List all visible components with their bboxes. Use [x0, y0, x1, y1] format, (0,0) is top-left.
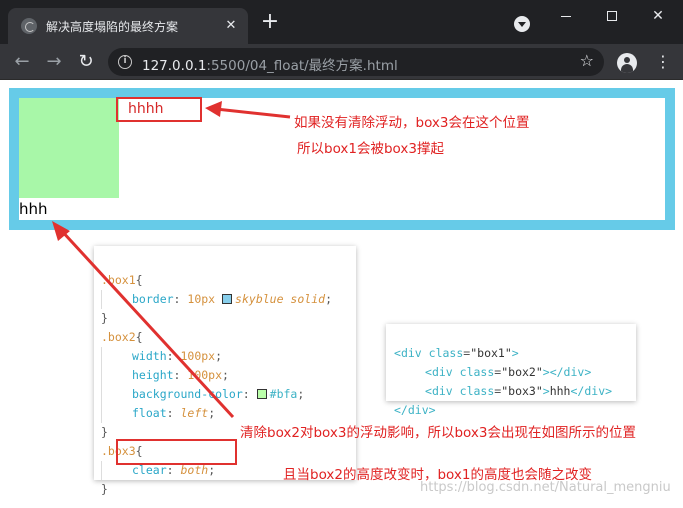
annotation-height-follows: 且当box2的高度改变时，box1的高度也会随之改变 — [283, 467, 592, 483]
close-icon[interactable]: ✕ — [222, 17, 240, 35]
address-bar[interactable]: i 127.0.0.1:5500/04_float/最终方案.html ☆ — [108, 48, 604, 76]
back-icon[interactable]: ← — [10, 50, 34, 74]
tab-search-icon[interactable] — [514, 16, 530, 32]
url-host: 127.0.0.1 — [142, 58, 207, 74]
code-property: clear — [132, 463, 167, 477]
code-value: #bfa — [269, 387, 298, 401]
menu-icon[interactable]: ⋮ — [653, 51, 673, 73]
plus-icon[interactable]: + — [260, 11, 280, 33]
code-property: float — [132, 406, 167, 420]
maximize-icon[interactable] — [589, 4, 635, 28]
box3: hhh — [19, 200, 48, 218]
code-text: hhh — [549, 384, 571, 398]
browser-toolbar: ← → ↻ i 127.0.0.1:5500/04_float/最终方案.htm… — [0, 44, 683, 80]
url-path: :5500/04_float/最终方案.html — [206, 58, 398, 74]
annotation-box1-expanded: 所以box1会被box3撑起 — [297, 141, 444, 157]
code-value: both — [180, 463, 209, 477]
code-attr: class — [459, 384, 495, 398]
float-ghost-text: hhhh — [128, 101, 164, 117]
box2 — [19, 98, 119, 198]
code-property: height — [132, 368, 174, 382]
profile-icon[interactable] — [617, 53, 637, 73]
code-value: 100px — [187, 368, 223, 382]
code-value: skyblue solid — [235, 292, 326, 306]
code-tag: div — [407, 403, 429, 417]
reload-icon[interactable]: ↻ — [74, 50, 98, 74]
code-value: 100px — [180, 349, 216, 363]
info-icon[interactable]: i — [118, 55, 132, 69]
code-tag: div — [584, 384, 606, 398]
tab-title: 解决高度塌陷的最终方案 — [46, 20, 179, 34]
code-selector: .box2 — [101, 330, 136, 344]
code-string: "box1" — [470, 346, 512, 360]
code-value: 10px — [187, 292, 216, 306]
page-viewport: hhh hhhh 如果没有清除浮动，box3会在这个位置 所以box1会被box… — [0, 81, 683, 508]
browser-tab[interactable]: 解决高度塌陷的最终方案 ✕ — [8, 8, 248, 44]
clear-both-highlight — [116, 439, 237, 465]
color-swatch — [222, 294, 233, 304]
close-window-icon[interactable]: ✕ — [635, 4, 681, 28]
code-tag: div — [431, 365, 453, 379]
minimize-icon[interactable] — [543, 4, 589, 28]
annotation-clear-explanation: 清除box2对box3的浮动影响，所以box3会出现在如图所示的位置 — [240, 425, 636, 441]
code-property: background-color — [132, 387, 243, 401]
code-tag: div — [431, 384, 453, 398]
forward-icon[interactable]: → — [42, 50, 66, 74]
code-property: width — [132, 349, 167, 363]
code-value: left — [180, 406, 209, 420]
code-selector: .box1 — [101, 273, 136, 287]
html-code-card: <div class="box1"> <div class="box2"></di… — [386, 324, 636, 417]
float-position-highlight: hhhh — [116, 97, 202, 122]
code-string: "box2" — [501, 365, 543, 379]
code-string: "box3" — [501, 384, 543, 398]
tab-strip: 解决高度塌陷的最终方案 ✕ + ✕ — [0, 0, 683, 44]
code-property: border — [132, 292, 174, 306]
code-attr: class — [459, 365, 495, 379]
code-tag: div — [563, 365, 585, 379]
annotation-no-clear: 如果没有清除浮动，box3会在这个位置 — [294, 115, 530, 131]
box1: hhh — [9, 88, 675, 230]
color-swatch — [256, 389, 267, 399]
code-attr: class — [428, 346, 464, 360]
globe-icon — [21, 18, 37, 34]
url-text[interactable]: 127.0.0.1:5500/04_float/最终方案.html — [142, 54, 398, 74]
code-tag: div — [400, 346, 422, 360]
star-icon[interactable]: ☆ — [580, 51, 594, 70]
